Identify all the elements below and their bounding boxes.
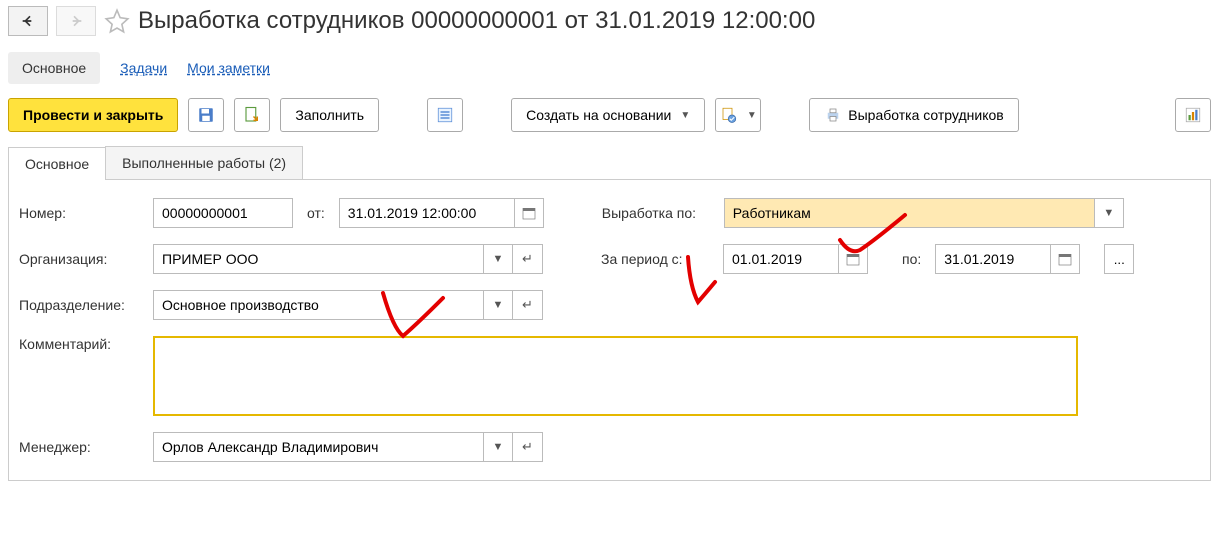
list-icon [436,106,454,124]
period-to-field[interactable] [935,244,1050,274]
department-dropdown-button[interactable]: ▼ [483,290,513,320]
period-to-picker-button[interactable] [1050,244,1080,274]
tab-completed-works[interactable]: Выполненные работы (2) [105,146,303,179]
nav-forward-button[interactable] [56,6,96,36]
caret-down-icon: ▼ [493,253,504,265]
page-title: Выработка сотрудников 00000000001 от 31.… [138,7,815,35]
output-by-label: Выработка по: [602,205,710,221]
calendar-icon [845,251,861,267]
calendar-icon [1057,251,1073,267]
post-button[interactable] [234,98,270,132]
save-floppy-icon [197,106,215,124]
organization-field[interactable] [153,244,483,274]
nav-tab-main[interactable]: Основное [8,52,100,84]
organization-open-button[interactable]: ↵ [513,244,543,274]
department-field[interactable] [153,290,483,320]
period-from-label: За период с: [601,251,709,267]
open-external-icon: ↵ [522,251,533,267]
number-field[interactable] [153,198,293,228]
comment-label: Комментарий: [19,336,139,352]
manager-dropdown-button[interactable]: ▼ [483,432,513,462]
caret-down-icon: ▼ [493,441,504,453]
period-from-picker-button[interactable] [838,244,868,274]
date-from-label: от: [307,205,325,221]
related-button[interactable]: ▼ [715,98,761,132]
calendar-icon [521,205,537,221]
caret-down-icon: ▼ [493,299,504,311]
nav-back-button[interactable] [8,6,48,36]
reports-button[interactable] [1175,98,1211,132]
date-picker-button[interactable] [514,198,544,228]
organization-label: Организация: [19,251,139,267]
list-icon-button[interactable] [427,98,463,132]
print-button[interactable]: Выработка сотрудников [809,98,1018,132]
save-button[interactable] [188,98,224,132]
date-field[interactable] [339,198,514,228]
document-post-icon [243,106,261,124]
favorite-star-icon[interactable] [104,8,130,34]
chart-report-icon [1184,106,1202,124]
department-label: Подразделение: [19,297,139,313]
nav-tab-notes[interactable]: Мои заметки [187,60,270,76]
nav-tab-tasks[interactable]: Задачи [120,60,167,76]
number-label: Номер: [19,205,139,221]
output-by-dropdown-button[interactable]: ▼ [1094,198,1124,228]
arrow-right-icon [68,13,84,29]
open-external-icon: ↵ [522,297,533,313]
period-from-field[interactable] [723,244,838,274]
output-by-field[interactable] [724,198,1094,228]
create-based-on-button[interactable]: Создать на основании ▼ [511,98,705,132]
comment-field[interactable] [153,336,1078,416]
print-label: Выработка сотрудников [848,107,1003,123]
period-choose-button[interactable]: ... [1104,244,1134,274]
open-external-icon: ↵ [522,439,533,455]
fill-button[interactable]: Заполнить [280,98,379,132]
post-and-close-button[interactable]: Провести и закрыть [8,98,178,132]
organization-dropdown-button[interactable]: ▼ [483,244,513,274]
related-docs-icon [720,106,738,124]
manager-open-button[interactable]: ↵ [513,432,543,462]
manager-label: Менеджер: [19,439,139,455]
manager-field[interactable] [153,432,483,462]
caret-down-icon: ▼ [1103,207,1114,219]
caret-down-icon: ▼ [680,110,690,121]
tab-main[interactable]: Основное [8,147,106,180]
create-based-on-label: Создать на основании [526,107,671,123]
department-open-button[interactable]: ↵ [513,290,543,320]
period-to-label: по: [902,251,921,267]
print-icon [824,106,842,124]
arrow-left-icon [20,13,36,29]
caret-down-icon: ▼ [747,110,757,121]
